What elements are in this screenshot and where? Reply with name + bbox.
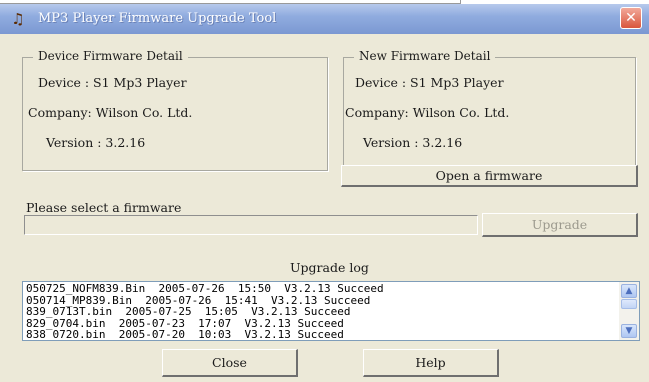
upgrade-log-title: Upgrade log [290,260,369,275]
select-firmware-label: Please select a firmware [26,200,182,215]
title-bar[interactable]: ♫ MP3 Player Firmware Upgrade Tool ✕ [0,4,649,34]
device-name-label: Device : S1 Mp3 Player [38,75,187,90]
scroll-thumb[interactable] [621,299,637,309]
new-firmware-group: New Firmware Detail Device : S1 Mp3 Play… [343,49,636,171]
device-firmware-group: Device Firmware Detail Device : S1 Mp3 P… [22,49,328,171]
log-line: 050725_NOFM839.Bin 2005-07-26 15:50 V3.2… [26,282,384,295]
upgrade-log-list[interactable]: 050725_NOFM839.Bin 2005-07-26 15:50 V3.2… [22,281,640,341]
firmware-path-field[interactable] [24,215,478,235]
scroll-up-icon[interactable]: ▲ [621,284,637,298]
close-icon: ✕ [625,10,637,26]
help-button[interactable]: Help [363,349,499,377]
log-line: 839_0713T.bin 2005-07-25 15:05 V3.2.13 S… [26,305,351,318]
new-company-label: Company: Wilson Co. Ltd. [345,105,510,120]
close-window-button[interactable]: ✕ [620,7,642,29]
firmware-upgrade-dialog: ♫ MP3 Player Firmware Upgrade Tool ✕ Dev… [0,4,649,382]
close-button[interactable]: Close [162,349,298,377]
new-firmware-group-title: New Firmware Detail [354,49,496,63]
device-firmware-group-title: Device Firmware Detail [33,49,188,63]
window-title: MP3 Player Firmware Upgrade Tool [38,11,277,26]
new-version-label: Version : 3.2.16 [363,135,463,150]
device-company-label: Company: Wilson Co. Ltd. [28,105,193,120]
upgrade-button[interactable]: Upgrade [482,213,638,237]
log-scrollbar[interactable]: ▲ ▼ [619,282,639,340]
mp3-player-icon: ♫ [11,10,25,28]
open-firmware-button[interactable]: Open a firmware [341,165,638,187]
device-version-label: Version : 3.2.16 [46,135,146,150]
log-line: 838_0720.bin 2005-07-20 10:03 V3.2.13 Su… [26,328,344,341]
new-device-name-label: Device : S1 Mp3 Player [355,75,504,90]
scroll-down-icon[interactable]: ▼ [621,324,637,338]
